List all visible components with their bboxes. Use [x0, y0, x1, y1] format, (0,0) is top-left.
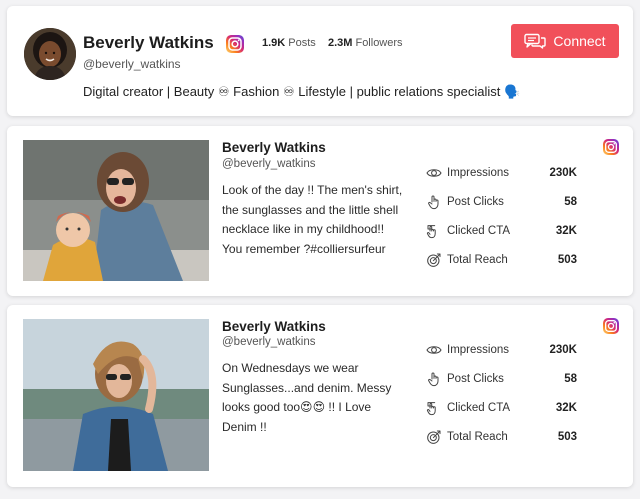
metric-total-reach: Total Reach 503 [425, 245, 577, 274]
target-icon [425, 428, 443, 446]
connect-label: Connect [553, 33, 606, 49]
metric-impressions: Impressions 230K [425, 335, 577, 364]
metric-label: Post Clicks [447, 195, 504, 208]
metric-value: 503 [557, 430, 577, 443]
metric-post-clicks: Post Clicks 58 [425, 364, 577, 393]
posts-stat: 1.9K Posts [262, 37, 316, 49]
metric-post-clicks: Post Clicks 58 [425, 187, 577, 216]
metric-value: 32K [555, 224, 577, 237]
metric-clicked-cta: Clicked CTA 32K [425, 216, 577, 245]
connect-button[interactable]: Connect [511, 24, 619, 58]
avatar[interactable] [24, 28, 76, 80]
post-caption: On Wednesdays we wear Sunglasses...and d… [222, 361, 392, 434]
hand-pointer-icon [425, 193, 443, 211]
eye-icon [425, 341, 443, 359]
metric-value: 230K [549, 343, 578, 356]
posts-label: Posts [288, 37, 316, 49]
metric-label: Impressions [447, 166, 509, 179]
post-metrics: Impressions 230K Post Clicks 58 Clicked … [425, 335, 577, 451]
instagram-icon[interactable] [603, 318, 619, 334]
post-caption: Look of the day !! The men's shirt, the … [222, 183, 403, 256]
metric-label: Post Clicks [447, 372, 504, 385]
post-image[interactable] [23, 140, 209, 281]
metric-label: Clicked CTA [447, 224, 511, 237]
followers-label: Followers [355, 37, 403, 49]
hand-pointer-icon [425, 370, 443, 388]
post-image[interactable] [23, 319, 209, 471]
metric-value: 503 [557, 253, 577, 266]
posts-count: 1.9K [262, 37, 286, 49]
eye-icon [425, 164, 443, 182]
metric-value: 58 [564, 372, 577, 385]
post-author-handle: @beverly_watkins [222, 336, 316, 348]
post-card[interactable]: Beverly Watkins @beverly_watkins Look of… [7, 126, 633, 296]
profile-bio: Digital creator | Beauty ♾ Fashion ♾ Lif… [83, 84, 521, 99]
metric-label: Impressions [447, 343, 509, 356]
metric-impressions: Impressions 230K [425, 158, 577, 187]
metric-value: 230K [549, 166, 578, 179]
post-author-name: Beverly Watkins [222, 319, 326, 334]
post-author-handle: @beverly_watkins [222, 158, 316, 170]
post-author-name: Beverly Watkins [222, 140, 326, 155]
metric-label: Total Reach [447, 430, 508, 443]
metric-label: Total Reach [447, 253, 508, 266]
instagram-icon[interactable] [603, 139, 619, 155]
metric-total-reach: Total Reach 503 [425, 422, 577, 451]
chat-icon [524, 33, 547, 49]
followers-stat: 2.3M Followers [328, 37, 403, 49]
instagram-icon[interactable] [226, 35, 244, 53]
target-icon [425, 251, 443, 269]
profile-card: Beverly Watkins 1.9K Posts 2.3M Followers … [7, 6, 633, 116]
post-metrics: Impressions 230K Post Clicks 58 Clicked … [425, 158, 577, 274]
post-card[interactable]: Beverly Watkins @beverly_watkins On Wedn… [7, 305, 633, 487]
metric-clicked-cta: Clicked CTA 32K [425, 393, 577, 422]
metric-value: 58 [564, 195, 577, 208]
metric-label: Clicked CTA [447, 401, 511, 414]
followers-count: 2.3M [328, 37, 353, 49]
profile-handle: @beverly_watkins [83, 57, 181, 71]
click-cta-icon [425, 399, 443, 417]
metric-value: 32K [555, 401, 577, 414]
click-cta-icon [425, 222, 443, 240]
profile-name: Beverly Watkins [83, 33, 214, 52]
